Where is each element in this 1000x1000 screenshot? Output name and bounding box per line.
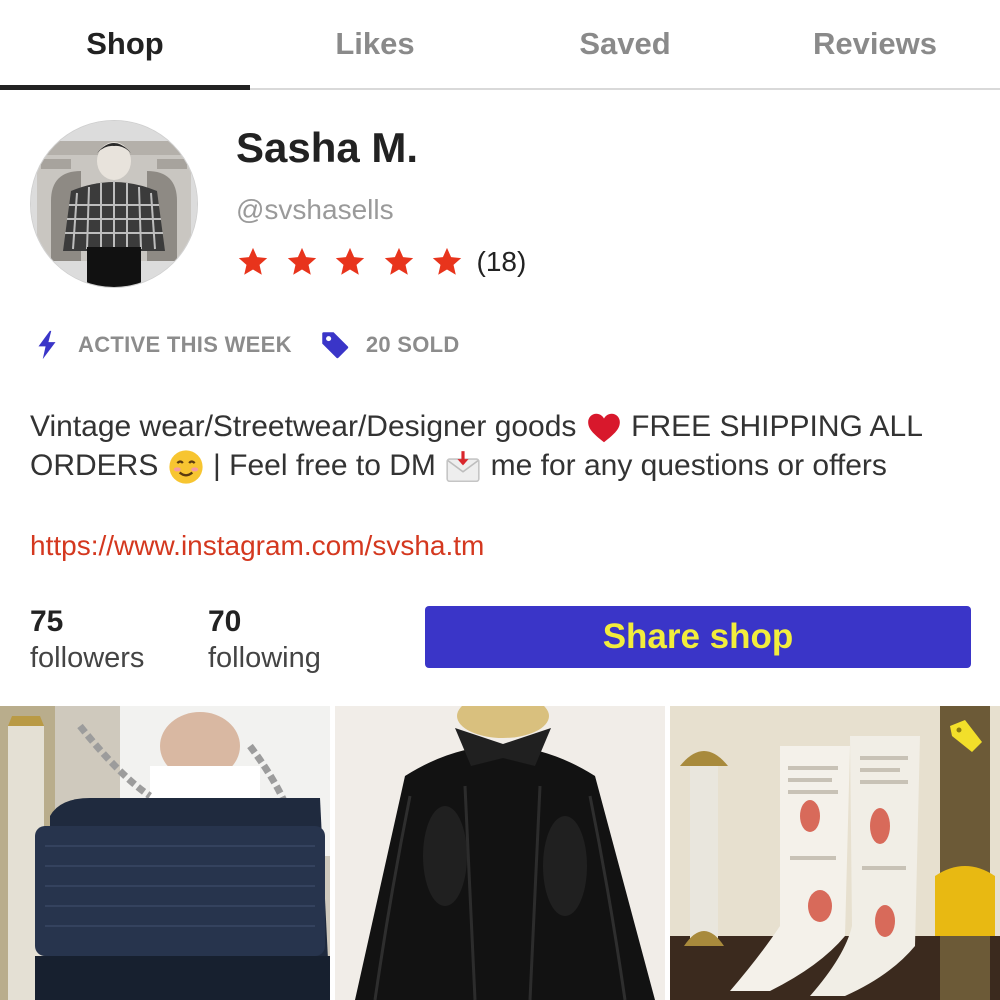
listing-item[interactable] bbox=[335, 706, 665, 1000]
followers-count: 75 bbox=[30, 605, 64, 638]
instagram-link[interactable]: https://www.instagram.com/svsha.tm bbox=[30, 530, 484, 562]
star-icon bbox=[287, 247, 316, 275]
newspaper-print-boots-photo bbox=[670, 706, 1000, 1000]
star-icon bbox=[432, 247, 462, 275]
heart-emoji-icon bbox=[587, 413, 620, 443]
listing-item[interactable] bbox=[0, 706, 330, 1000]
tab-saved[interactable]: Saved bbox=[500, 0, 750, 88]
navy-shoulder-bag-photo bbox=[0, 706, 330, 1000]
rating-count: (18) bbox=[476, 246, 527, 277]
bio-text: me for any questions or offers bbox=[490, 449, 887, 483]
bio-text: | Feel free to DM bbox=[213, 449, 436, 483]
avatar[interactable] bbox=[30, 120, 198, 288]
star-icon bbox=[384, 247, 413, 275]
lightning-bolt-icon bbox=[38, 330, 56, 360]
seller-bio: Vintage wear/Streetwear/Designer goods F… bbox=[30, 408, 970, 486]
followers-stat[interactable]: 75 followers bbox=[30, 604, 144, 676]
smiling-face-emoji-icon bbox=[169, 450, 203, 484]
black-leather-jacket-photo bbox=[335, 706, 665, 1000]
star-icon bbox=[335, 247, 365, 275]
avatar-photo bbox=[31, 121, 197, 287]
tab-likes[interactable]: Likes bbox=[250, 0, 500, 88]
active-badge-label: ACTIVE THIS WEEK bbox=[78, 332, 292, 357]
seller-badges: ACTIVE THIS WEEK 20 SOLD bbox=[30, 328, 460, 362]
bio-text: Vintage wear/Streetwear/Designer goods bbox=[30, 410, 577, 443]
star-icon bbox=[238, 247, 268, 275]
tab-bar: Shop Likes Saved Reviews bbox=[0, 0, 1000, 90]
following-stat[interactable]: 70 following bbox=[208, 604, 321, 676]
tab-shop[interactable]: Shop bbox=[0, 0, 250, 90]
listing-grid bbox=[0, 706, 1000, 1000]
envelope-emoji-icon bbox=[446, 451, 480, 483]
sold-badge-label: 20 SOLD bbox=[365, 332, 460, 357]
listing-item[interactable] bbox=[670, 706, 1000, 1000]
followers-label: followers bbox=[30, 642, 145, 674]
following-count: 70 bbox=[208, 605, 242, 638]
seller-name: Sasha M. bbox=[236, 124, 419, 171]
seller-handle: @svshasells bbox=[236, 194, 394, 225]
following-label: following bbox=[208, 642, 321, 674]
seller-rating[interactable]: (18) bbox=[236, 245, 526, 279]
price-tag-icon bbox=[322, 332, 349, 359]
tab-reviews[interactable]: Reviews bbox=[750, 0, 1000, 88]
share-shop-button[interactable]: Share shop bbox=[425, 606, 971, 668]
